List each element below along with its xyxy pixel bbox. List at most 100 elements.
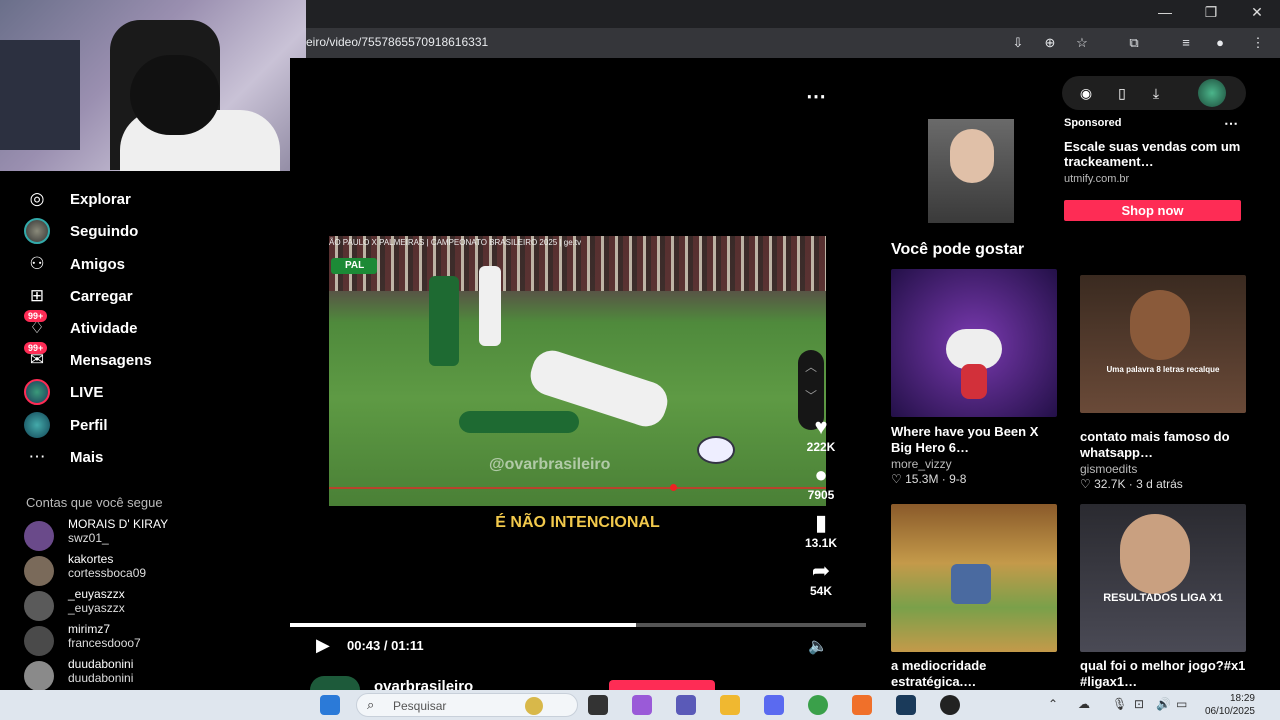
ad-url: utmify.com.br xyxy=(1064,173,1130,185)
tray-overflow-icon[interactable]: ⌃ xyxy=(1048,697,1058,711)
close-button[interactable]: ✕ xyxy=(1234,4,1280,21)
video-title: Where have you Been X Big Hero 6… xyxy=(891,424,1039,455)
author-name[interactable]: ovarbrasileiro xyxy=(374,678,473,690)
ad-options-icon[interactable]: ⋯ xyxy=(1224,115,1238,132)
chevron-down-icon[interactable]: ﹀ xyxy=(798,387,824,404)
browser-menu-icon[interactable]: ⋮ xyxy=(1248,33,1268,53)
comment-button[interactable]: ● 7905 xyxy=(795,462,847,502)
following-section-title: Contas que você segue xyxy=(26,495,163,510)
marker-dot xyxy=(670,484,677,491)
recommended-video[interactable]: Uma palavra 8 letras recalque contato ma… xyxy=(1080,275,1246,491)
bookmark-star-icon[interactable]: ☆ xyxy=(1072,33,1092,53)
eye-icon[interactable]: ◉ xyxy=(1076,83,1096,103)
following-account[interactable]: duudabonini duudabonini xyxy=(24,657,274,691)
taskbar: ⌕ Pesquisar ⌃ ☁ 🎙 ⊡ 🔊 ▭ 18:29 06/10/2025 xyxy=(0,690,1280,720)
following-account[interactable]: _euyaszzx _euyaszzx xyxy=(24,587,274,621)
windows-start-icon[interactable] xyxy=(320,695,340,715)
shop-now-button[interactable]: Shop now xyxy=(1064,200,1241,221)
avatar xyxy=(24,626,54,656)
following-username: _euyaszzx xyxy=(68,601,125,615)
sidebar-item-label: Explorar xyxy=(70,190,131,208)
video-thumbnail: Uma palavra 8 letras recalque xyxy=(1080,275,1246,413)
file-explorer-icon[interactable] xyxy=(720,695,740,715)
copilot-icon[interactable] xyxy=(632,695,652,715)
speaker-icon[interactable]: 🔊 xyxy=(1156,697,1171,711)
sidebar: ◎ Explorar Seguindo ⚇ Amigos ⊞ Carregar … xyxy=(0,171,290,691)
thumbnail-face xyxy=(1130,290,1190,360)
network-icon[interactable]: ⊡ xyxy=(1134,697,1144,711)
like-button[interactable]: ♥ 222K xyxy=(795,414,847,454)
download-icon[interactable]: ⤓ xyxy=(1146,83,1166,103)
sidebar-item-amigos[interactable]: ⚇ Amigos xyxy=(22,250,125,278)
profile-avatar-icon[interactable]: ● xyxy=(1210,33,1230,53)
broadcast-ticker: ÃO PAULO X PALMEIRAS | CAMPEONATO BRASIL… xyxy=(329,238,582,247)
webcam-background xyxy=(0,40,80,150)
zoom-icon[interactable]: ⊕ xyxy=(1040,33,1060,53)
install-app-icon[interactable]: ⇩ xyxy=(1008,33,1028,53)
avatar xyxy=(24,591,54,621)
tablet-icon[interactable]: ▯ xyxy=(1112,83,1132,103)
search-placeholder: Pesquisar xyxy=(393,699,447,713)
follow-button[interactable] xyxy=(609,680,715,690)
extensions-icon[interactable]: ⧉ xyxy=(1124,33,1144,53)
recommendations-title: Você pode gostar xyxy=(891,241,1025,258)
share-button[interactable]: ➦ 54K xyxy=(795,558,847,598)
recommended-video[interactable]: RESULTADOS LIGA X1 qual foi o melhor jog… xyxy=(1080,504,1246,690)
sidebar-item-carregar[interactable]: ⊞ Carregar xyxy=(22,282,133,310)
teams-icon[interactable] xyxy=(676,695,696,715)
sidebar-item-mais[interactable]: ⋯ Mais xyxy=(22,443,104,471)
sidebar-item-label: LIVE xyxy=(70,383,104,401)
volume-icon[interactable]: 🔈 xyxy=(808,636,828,656)
following-account[interactable]: kakortes cortessboca09 xyxy=(24,552,274,586)
task-view-icon[interactable] xyxy=(588,695,608,715)
play-icon[interactable]: ▶ xyxy=(316,635,330,656)
video-caption: É NÃO INTENCIONAL xyxy=(495,514,660,531)
restore-button[interactable]: ❐ xyxy=(1188,4,1234,21)
obs-icon[interactable] xyxy=(940,695,960,715)
save-button[interactable]: ▮ 13.1K xyxy=(795,510,847,550)
friends-icon: ⚇ xyxy=(29,254,45,273)
minimize-button[interactable]: — xyxy=(1142,4,1188,20)
following-name: MORAIS D' KIRAY xyxy=(68,517,169,531)
video-author: gismoedits xyxy=(1080,462,1138,476)
sidebar-item-live[interactable]: LIVE xyxy=(22,378,103,406)
media-control-icon[interactable]: ≡ xyxy=(1176,33,1196,53)
following-account[interactable]: mirimz7 francesdooo7 xyxy=(24,622,274,656)
avatar xyxy=(24,556,54,586)
chrome-icon[interactable] xyxy=(808,695,828,715)
ad-thumbnail xyxy=(928,119,1014,223)
avatar xyxy=(24,661,54,691)
sidebar-item-label: Amigos xyxy=(70,255,126,273)
taskbar-search[interactable]: ⌕ Pesquisar xyxy=(356,693,578,717)
video-player[interactable]: ÃO PAULO X PALMEIRAS | CAMPEONATO BRASIL… xyxy=(329,236,826,506)
cloud-icon[interactable]: ☁ xyxy=(1078,697,1090,711)
chevron-up-icon[interactable]: ︿ xyxy=(798,358,824,375)
discord-icon[interactable] xyxy=(764,695,784,715)
sidebar-item-label: Atividade xyxy=(70,319,138,337)
recommended-video[interactable]: Where have you Been X Big Hero 6… more_v… xyxy=(891,269,1057,486)
system-clock[interactable]: 18:29 06/10/2025 xyxy=(1195,692,1255,718)
thumbnail-figure-red xyxy=(961,364,987,399)
clock-time: 18:29 xyxy=(1229,693,1255,704)
sidebar-item-atividade[interactable]: ♢ 99+ Atividade xyxy=(22,310,138,342)
mic-icon[interactable]: 🎙 xyxy=(1112,697,1127,711)
profile-avatar-icon xyxy=(22,412,52,438)
battery-icon[interactable]: ▭ xyxy=(1176,697,1187,711)
address-bar[interactable]: eiro/video/7557865570918616331 xyxy=(306,35,488,49)
share-count: 54K xyxy=(809,584,832,598)
sidebar-item-label: Mensagens xyxy=(70,351,152,369)
more-options-icon[interactable]: ⋯ xyxy=(806,84,826,109)
sponsored-ad[interactable]: Sponsored ⋯ Escale suas vendas com um tr… xyxy=(892,115,1246,223)
steam-icon[interactable] xyxy=(896,695,916,715)
recommended-video[interactable]: a mediocridade estratégica.… xyxy=(891,504,1057,690)
account-avatar[interactable] xyxy=(1198,79,1226,107)
video-progress-bar[interactable] xyxy=(290,623,866,627)
sidebar-item-mensagens[interactable]: ✉ 99+ Mensagens xyxy=(22,342,152,374)
sidebar-item-explorar[interactable]: ◎ Explorar xyxy=(22,185,131,213)
app-icon[interactable] xyxy=(852,695,872,715)
sidebar-item-perfil[interactable]: Perfil xyxy=(22,411,108,439)
author-avatar[interactable] xyxy=(310,676,360,690)
following-account[interactable]: MORAIS D' KIRAY swz01_ xyxy=(24,517,274,551)
following-name: mirimz7 xyxy=(68,622,110,636)
sidebar-item-seguindo[interactable]: Seguindo xyxy=(22,217,138,245)
